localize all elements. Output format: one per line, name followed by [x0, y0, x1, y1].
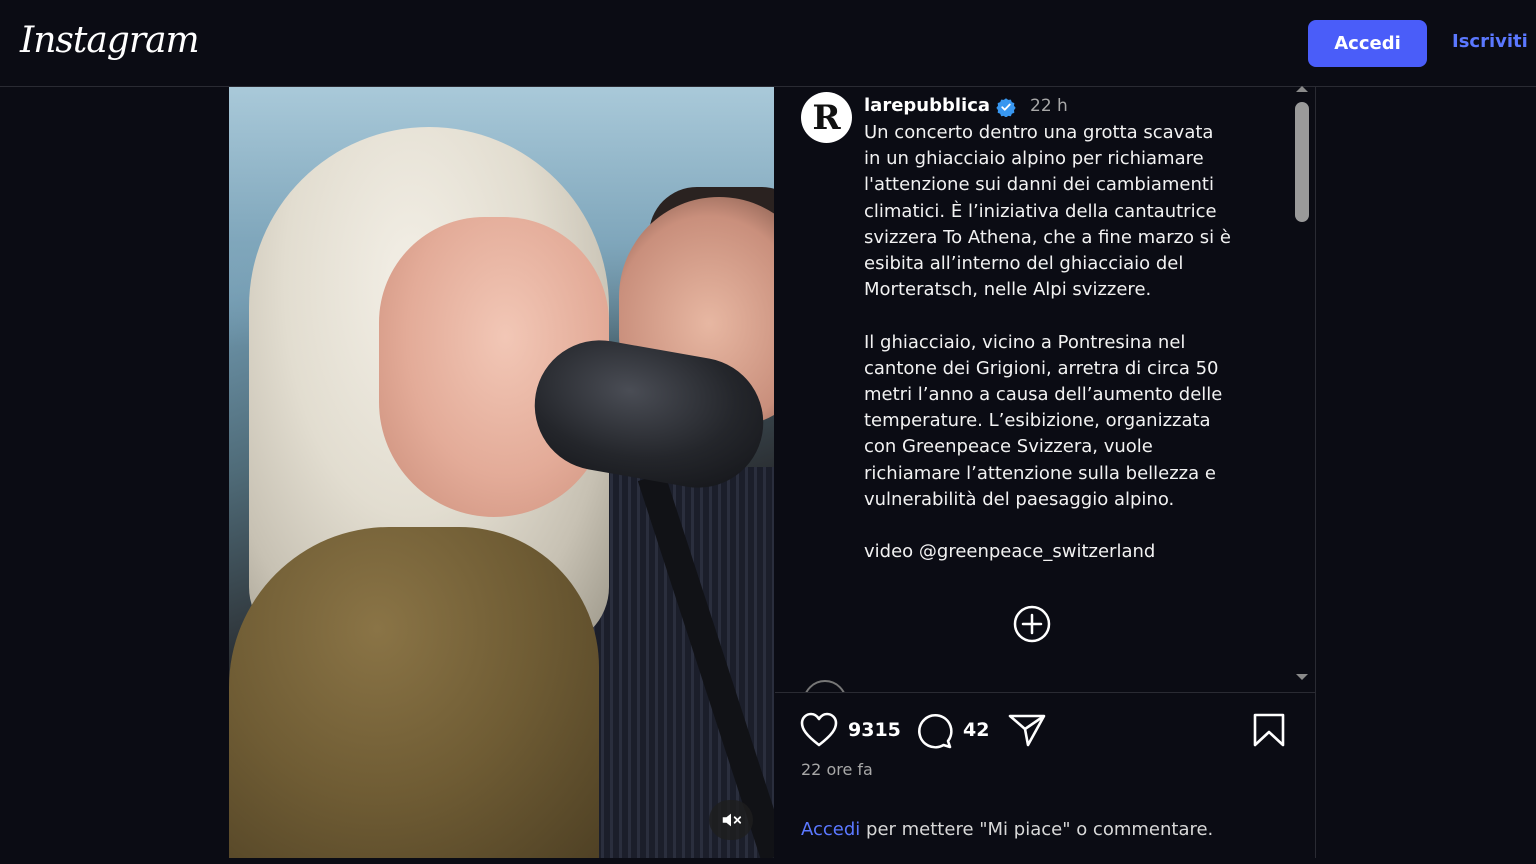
login-button[interactable]: Accedi [1308, 20, 1427, 67]
load-more-comments-button[interactable] [1012, 604, 1052, 644]
muted-speaker-icon [720, 809, 742, 831]
scroll-up-arrow[interactable] [1296, 86, 1308, 92]
signup-link[interactable]: Iscriviti [1452, 31, 1528, 52]
comments-count[interactable]: 42 [963, 719, 989, 741]
comment-avatar-peek [803, 680, 849, 692]
post-timestamp: 22 ore fa [801, 760, 873, 779]
login-link[interactable]: Accedi [801, 819, 860, 840]
like-button[interactable] [800, 712, 838, 748]
top-navigation-bar: Instagram Accedi Iscriviti [0, 0, 1536, 87]
divider [775, 692, 1315, 693]
comment-button[interactable] [915, 712, 953, 750]
singer-coat [229, 527, 599, 858]
post-video[interactable] [229, 87, 774, 858]
likes-count[interactable]: 9315 [848, 719, 901, 741]
scroll-down-arrow[interactable] [1296, 674, 1308, 680]
save-button[interactable] [1252, 712, 1286, 748]
comment-icon [915, 712, 953, 750]
avatar[interactable]: R [801, 92, 852, 143]
share-button[interactable] [1008, 712, 1046, 748]
login-prompt-text: per mettere "Mi piace" o commentare. [860, 819, 1214, 840]
scrollbar-thumb[interactable] [1295, 102, 1309, 222]
mute-toggle-button[interactable] [709, 800, 753, 840]
bookmark-icon [1252, 712, 1286, 748]
instagram-logo[interactable]: Instagram [20, 20, 200, 61]
post-username[interactable]: larepubblica [864, 95, 990, 116]
plus-circle-icon [1012, 604, 1052, 644]
login-prompt: Accedi per mettere "Mi piace" o commenta… [801, 819, 1213, 840]
heart-icon [800, 712, 838, 748]
share-icon [1008, 712, 1046, 748]
post-caption: Un concerto dentro una grotta scavata in… [864, 122, 1231, 563]
verified-badge-icon [996, 97, 1016, 117]
post-time-short[interactable]: 22 h [1030, 96, 1068, 116]
